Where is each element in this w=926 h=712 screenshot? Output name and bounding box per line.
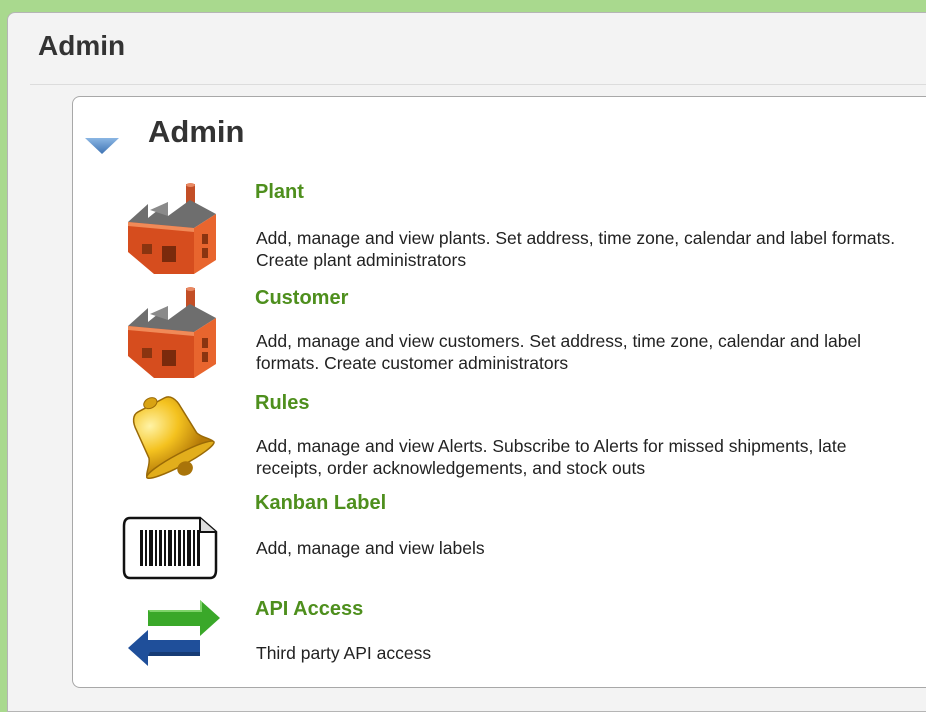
api-access-link[interactable]: API Access [255, 598, 363, 621]
header-divider [30, 84, 926, 85]
factory-icon [128, 183, 216, 274]
bell-icon [132, 396, 215, 480]
rules-description: Add, manage and view Alerts. Subscribe t… [256, 436, 847, 478]
kanban-label-link[interactable]: Kanban Label [255, 492, 386, 515]
plant-description: Add, manage and view plants. Set address… [256, 228, 896, 270]
customer-link[interactable]: Customer [255, 287, 348, 310]
plant-link[interactable]: Plant [255, 181, 304, 204]
rules-link[interactable]: Rules [255, 392, 309, 415]
factory-icon [128, 287, 216, 378]
exchange-arrows-icon [128, 600, 220, 666]
customer-description: Add, manage and view customers. Set addr… [256, 331, 862, 373]
api-access-description: Third party API access [256, 643, 432, 663]
page-title: Admin [38, 30, 126, 61]
barcode-label-icon [122, 516, 218, 580]
section-title: Admin [148, 114, 245, 149]
kanban-label-description: Add, manage and view labels [256, 538, 485, 558]
collapse-triangle-icon[interactable] [85, 138, 119, 154]
